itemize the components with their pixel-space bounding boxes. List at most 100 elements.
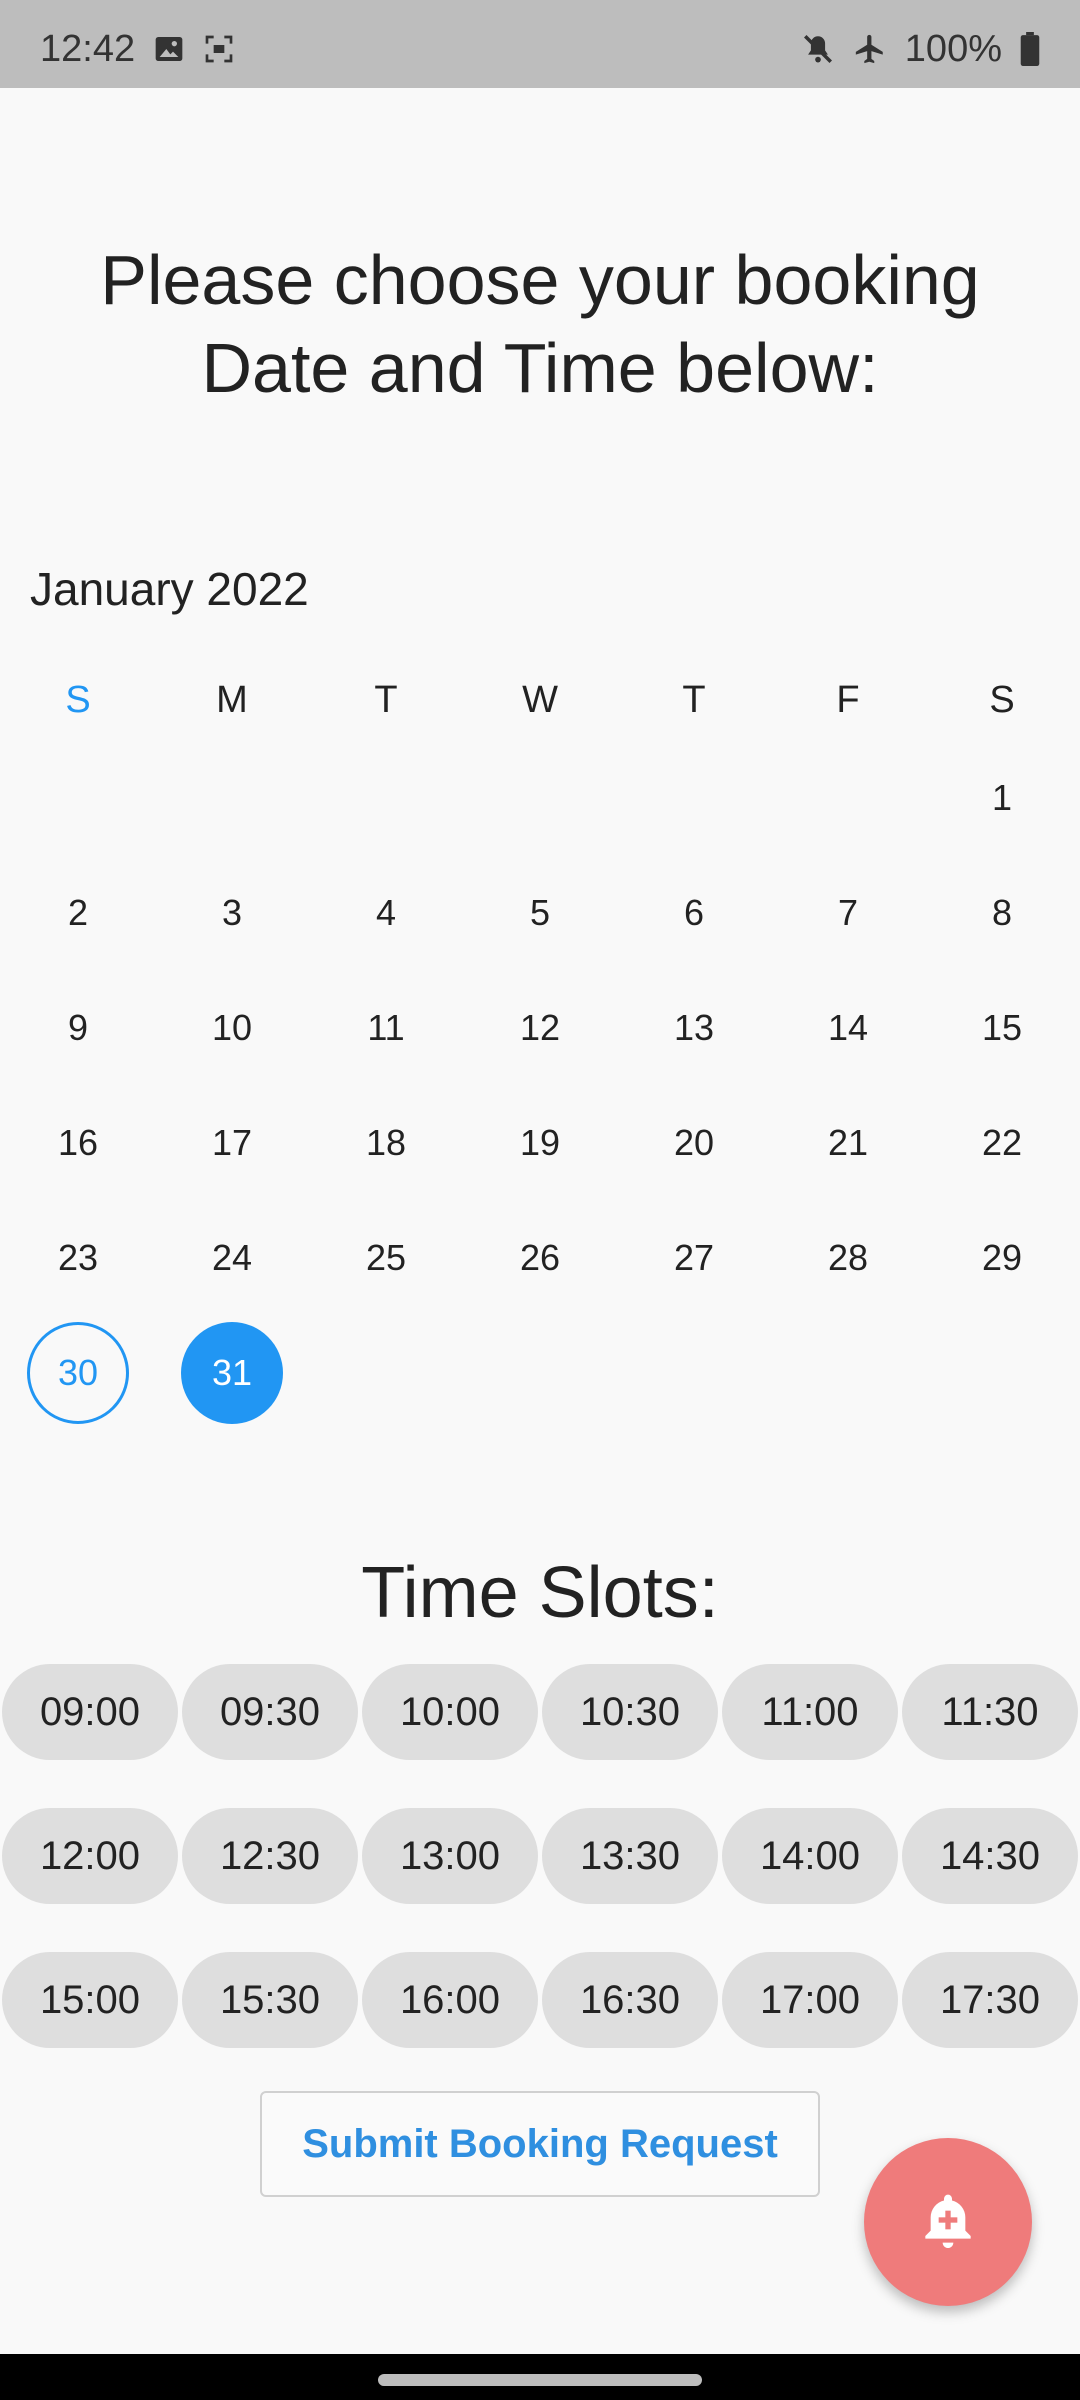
calendar-day-cell: 8 [925,855,1079,970]
calendar-day-cell: 3 [155,855,309,970]
calendar-day-cell: 20 [617,1085,771,1200]
add-alert-fab[interactable] [864,2138,1032,2306]
calendar-day[interactable]: 30 [27,1321,129,1424]
calendar-day[interactable]: 1 [951,747,1053,849]
calendar-day[interactable]: 28 [797,1207,899,1309]
calendar-day[interactable]: 5 [489,862,591,964]
calendar-day[interactable]: 21 [797,1092,899,1194]
calendar-day-cell: 7 [771,855,925,970]
calendar-day[interactable]: 29 [951,1207,1053,1309]
time-slot-button[interactable]: 17:30 [902,1952,1078,2048]
screenshot-icon [203,33,235,65]
calendar-day[interactable]: 8 [951,862,1053,964]
calendar-day[interactable]: 23 [27,1207,129,1309]
time-slot-button[interactable]: 09:00 [2,1664,178,1760]
time-slot-button[interactable]: 17:00 [722,1952,898,2048]
calendar-day-cell: 23 [1,1200,155,1315]
calendar-day[interactable]: 6 [643,862,745,964]
calendar-day[interactable]: 16 [27,1092,129,1194]
calendar-day-cell [925,1315,1079,1430]
weekday-label: F [836,678,860,721]
calendar-month-label: January 2022 [30,563,309,615]
calendar-day[interactable]: 4 [335,862,437,964]
weekday-label: W [522,678,558,721]
calendar-day[interactable]: 18 [335,1092,437,1194]
time-slot-button[interactable]: 12:00 [2,1808,178,1904]
time-slot-button[interactable]: 14:30 [902,1808,1078,1904]
calendar-day[interactable]: 11 [335,977,437,1079]
calendar-week-row: 9 10 11 12 13 14 15 [0,970,1080,1085]
status-time: 12:42 [40,27,136,70]
calendar-day[interactable]: 3 [181,862,283,964]
submit-booking-button[interactable]: Submit Booking Request [260,2091,820,2197]
weekday-label: S [989,678,1015,721]
time-slot-button[interactable]: 16:30 [542,1952,718,2048]
calendar-day-cell: 11 [309,970,463,1085]
time-slot-button[interactable]: 16:00 [362,1952,538,2048]
time-slot-button[interactable]: 13:00 [362,1808,538,1904]
booking-screen: 12:42 100% Please choose your booking Da… [0,0,1080,2400]
calendar-day[interactable]: 24 [181,1207,283,1309]
calendar-day-cell [771,740,925,855]
weekday-label: M [216,678,248,721]
calendar-day-cell: 24 [155,1200,309,1315]
calendar-week-row: 1 [0,740,1080,855]
calendar-day[interactable]: 12 [489,977,591,1079]
time-slots-grid: 09:00 09:30 10:00 10:30 11:00 11:30 12:00 12:30… [2,1664,1078,2048]
time-slot-button[interactable]: 11:00 [722,1664,898,1760]
page-title-line2: Date and Time below: [201,329,879,407]
calendar-day-cell: 6 [617,855,771,970]
calendar-day-cell: 22 [925,1085,1079,1200]
weekday-label: S [65,678,91,721]
calendar-day-cell: 29 [925,1200,1079,1315]
time-slot-button[interactable]: 11:30 [902,1664,1078,1760]
time-slot-button[interactable]: 10:00 [362,1664,538,1760]
time-slot-button[interactable]: 15:00 [2,1952,178,2048]
calendar-day[interactable]: 9 [27,977,129,1079]
calendar-day-cell [617,1315,771,1430]
time-slot-button[interactable]: 12:30 [182,1808,358,1904]
calendar-day-cell [309,1315,463,1430]
home-gesture-handle[interactable] [378,2374,702,2386]
calendar-day[interactable]: 14 [797,977,899,1079]
calendar-week-row: 2345678 [0,855,1080,970]
calendar-day[interactable]: 7 [797,862,899,964]
calendar-day-cell: 5 [463,855,617,970]
calendar-day[interactable]: 10 [181,977,283,1079]
calendar-day[interactable]: 15 [951,977,1053,1079]
calendar-day-cell: 14 [771,970,925,1085]
calendar-day-cell: 28 [771,1200,925,1315]
time-slot-button[interactable]: 13:30 [542,1808,718,1904]
battery-icon [1020,32,1040,66]
weekday-label: T [682,678,706,721]
time-slot-button[interactable]: 09:30 [182,1664,358,1760]
weekday-label: T [374,678,398,721]
time-slot-button[interactable]: 10:30 [542,1664,718,1760]
mute-icon [801,32,835,66]
calendar-day-cell: 21 [771,1085,925,1200]
calendar-day-cell [463,740,617,855]
calendar-day[interactable]: 20 [643,1092,745,1194]
calendar-day[interactable]: 2 [27,862,129,964]
calendar-week-row: 30 31 [0,1315,1080,1430]
calendar-day-cell: 27 [617,1200,771,1315]
battery-level: 100% [904,27,1002,70]
calendar-day-cell [155,740,309,855]
calendar-day[interactable]: 31 [181,1321,283,1424]
time-slot-button[interactable]: 15:30 [182,1952,358,2048]
calendar-day[interactable]: 26 [489,1207,591,1309]
calendar-day[interactable]: 19 [489,1092,591,1194]
calendar-day[interactable]: 17 [181,1092,283,1194]
calendar-day-cell: 26 [463,1200,617,1315]
calendar-day-cell: 16 [1,1085,155,1200]
calendar-day-cell: 10 [155,970,309,1085]
calendar-day[interactable]: 25 [335,1207,437,1309]
calendar-day-cell: 1 [925,740,1079,855]
time-slot-button[interactable]: 14:00 [722,1808,898,1904]
calendar-day[interactable]: 22 [951,1092,1053,1194]
calendar: S M T W T F S 1 2 3 4 5 6 7 8 9 10 11 12 13 14 15 16 17 1… [0,660,1080,1430]
calendar-day-cell: 13 [617,970,771,1085]
calendar-day[interactable]: 27 [643,1207,745,1309]
calendar-day[interactable]: 13 [643,977,745,1079]
calendar-day-cell: 30 [1,1315,155,1430]
